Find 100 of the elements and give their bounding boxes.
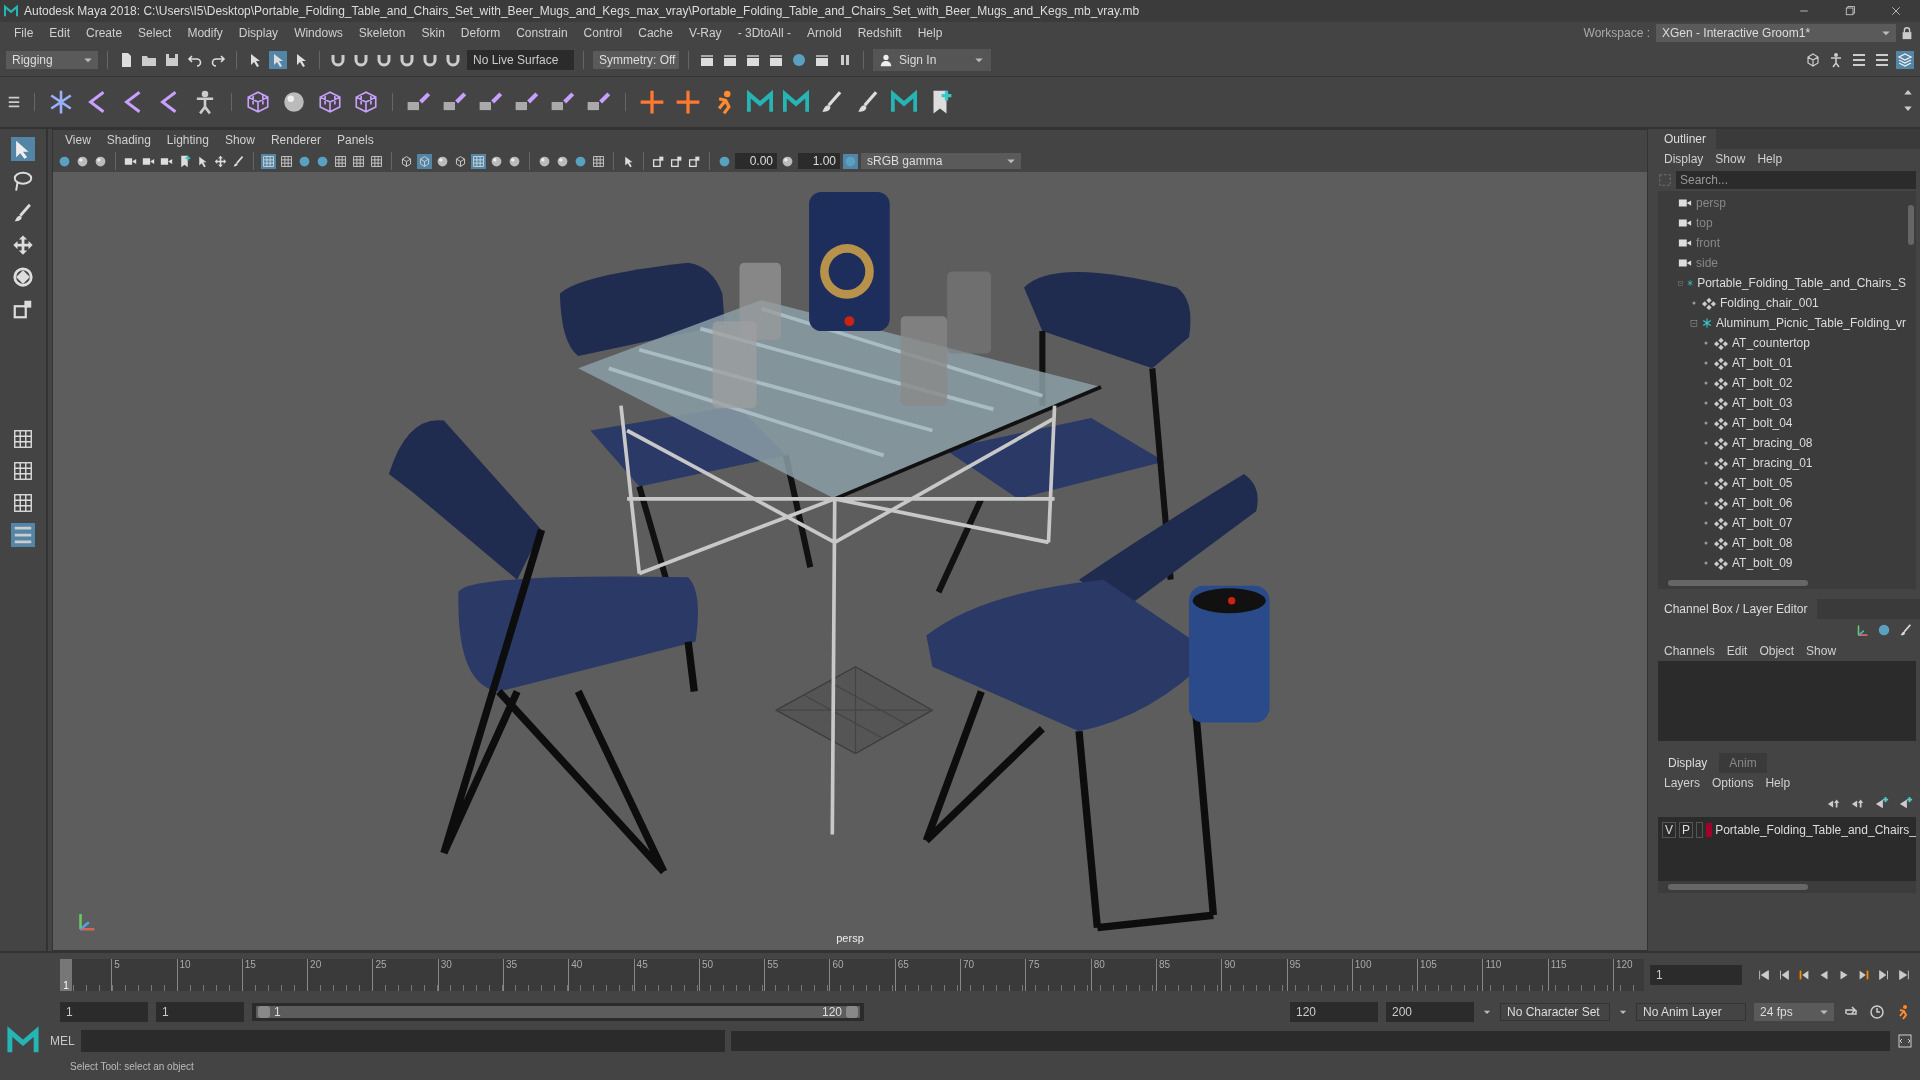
search-field[interactable]: Search... <box>1676 171 1916 189</box>
scale-icon[interactable] <box>688 154 701 168</box>
asterisk-icon[interactable] <box>48 89 74 115</box>
anim-layer-dropdown[interactable]: No Anim Layer <box>1636 1003 1746 1021</box>
tree-item[interactable]: AT_bolt_04 <box>1732 416 1793 430</box>
wirecube-icon[interactable] <box>245 89 271 115</box>
menu-item[interactable]: File <box>6 26 42 40</box>
circle-icon[interactable] <box>718 154 731 168</box>
circle-icon[interactable] <box>298 154 311 168</box>
step-forward-icon[interactable] <box>1877 968 1891 982</box>
tree-item[interactable]: Aluminum_Picnic_Table_Folding_vr <box>1715 316 1906 330</box>
m-logo-icon[interactable] <box>783 89 809 115</box>
magnet-icon[interactable] <box>445 52 461 68</box>
layers-icon[interactable] <box>1897 52 1913 68</box>
layer-add-icon[interactable] <box>1899 796 1913 810</box>
sphere-icon[interactable] <box>436 154 449 168</box>
magnet-icon[interactable] <box>376 52 392 68</box>
grid-icon[interactable] <box>12 492 34 514</box>
cursor-icon[interactable] <box>622 154 635 168</box>
menu-item[interactable]: Shading <box>98 133 159 147</box>
figure-icon[interactable] <box>1828 52 1844 68</box>
symmetry-dropdown[interactable]: Symmetry: Off <box>593 51 679 69</box>
step-back-icon[interactable] <box>1777 968 1791 982</box>
magnet-icon[interactable] <box>330 52 346 68</box>
move-icon[interactable] <box>12 234 34 256</box>
circle-icon[interactable] <box>574 154 587 168</box>
workspace-dropdown[interactable]: XGen - Interactive Groom1* <box>1656 24 1896 42</box>
current-frame-field[interactable]: 1 <box>1650 965 1742 985</box>
layer-add-icon[interactable] <box>1875 796 1889 810</box>
menu-item[interactable]: Cache <box>630 26 681 40</box>
playback-end-field[interactable]: 120 <box>1290 1002 1378 1022</box>
skip-to-start-icon[interactable] <box>1757 968 1771 982</box>
redo-icon[interactable] <box>210 52 226 68</box>
menu-item[interactable]: Redshift <box>849 26 910 40</box>
tree-item[interactable]: AT_bolt_09 <box>1732 556 1793 570</box>
undo-icon[interactable] <box>187 52 203 68</box>
tree-item[interactable]: Portable_Folding_Table_and_Chairs_S <box>1697 276 1906 290</box>
menu-item[interactable]: Lighting <box>158 133 217 147</box>
menu-item[interactable]: Edit <box>1720 644 1754 658</box>
menu-item[interactable]: Options <box>1706 776 1760 790</box>
grid-icon[interactable] <box>334 154 347 168</box>
menu-item[interactable]: Edit <box>41 26 79 40</box>
scale-icon[interactable] <box>670 154 683 168</box>
menu-item[interactable]: Display <box>1658 152 1710 166</box>
menu-item[interactable]: Renderer <box>262 133 329 147</box>
cube-icon[interactable] <box>454 154 467 168</box>
range-slider[interactable]: 1 120 <box>252 1003 864 1021</box>
menu-item[interactable]: Modify <box>179 26 231 40</box>
cross-icon[interactable] <box>675 89 701 115</box>
tree-item[interactable]: AT_bolt_08 <box>1732 536 1793 550</box>
menu-item[interactable]: V-Ray <box>680 26 730 40</box>
save-icon[interactable] <box>164 52 180 68</box>
lasso-icon[interactable] <box>12 170 34 192</box>
menu-item[interactable]: Create <box>78 26 131 40</box>
circle-icon[interactable] <box>58 154 71 168</box>
layer-color-swatch[interactable] <box>1705 823 1713 837</box>
sphere-icon[interactable] <box>490 154 503 168</box>
circle-icon[interactable] <box>791 52 807 68</box>
cursor-icon[interactable] <box>196 154 209 168</box>
menu-item[interactable]: Help <box>909 26 951 40</box>
time-slider[interactable]: 1 5 10 15 20 25 30 35 40 45 50 55 60 65 70 75 80 85 90 95 100 105 110 115 120 <box>60 959 1644 991</box>
sphere-icon[interactable] <box>556 154 569 168</box>
sphere-icon[interactable] <box>508 154 521 168</box>
next-key-icon[interactable] <box>1857 968 1871 982</box>
menu-set-dropdown[interactable]: Rigging <box>6 51 98 69</box>
grid-icon[interactable] <box>352 154 365 168</box>
menu-item[interactable]: Show <box>1709 152 1752 166</box>
flag-icon[interactable] <box>178 154 191 168</box>
menu-item[interactable]: Arnold <box>798 26 850 40</box>
menu-item[interactable]: Object <box>1753 644 1801 658</box>
tree-item[interactable]: AT_bolt_01 <box>1732 356 1793 370</box>
rotate-icon[interactable] <box>12 266 34 288</box>
cross-icon[interactable] <box>639 89 665 115</box>
gamma-field[interactable]: 1.00 <box>798 153 840 169</box>
menu-item[interactable]: Display <box>230 26 287 40</box>
color-space-dropdown[interactable]: sRGB gamma <box>861 153 1021 169</box>
tree-item[interactable]: AT_bolt_02 <box>1732 376 1793 390</box>
brush-icon[interactable] <box>232 154 245 168</box>
end-time-field[interactable]: 200 <box>1386 1002 1474 1022</box>
axes-icon[interactable] <box>1855 623 1869 637</box>
wirecube-icon[interactable] <box>353 89 379 115</box>
script-language-label[interactable]: MEL <box>50 1034 75 1048</box>
circle-icon[interactable] <box>316 154 329 168</box>
m-logo-icon[interactable] <box>747 89 773 115</box>
tree-item[interactable]: AT_bracing_01 <box>1732 456 1813 470</box>
sphere-icon[interactable] <box>538 154 551 168</box>
current-frame-marker[interactable]: 1 <box>60 959 72 991</box>
scale-icon[interactable] <box>12 298 34 320</box>
tree-item[interactable]: AT_countertop <box>1732 336 1810 350</box>
brush-icon[interactable] <box>1899 623 1913 637</box>
sign-in-button[interactable]: Sign In <box>873 49 991 71</box>
list-icon[interactable] <box>7 95 21 109</box>
panel-tab[interactable]: Outliner <box>1654 129 1717 149</box>
panel-tab[interactable]: Channel Box / Layer Editor <box>1654 599 1818 619</box>
tree-item[interactable]: AT_bracing_08 <box>1732 436 1813 450</box>
previous-key-icon[interactable] <box>1797 968 1811 982</box>
exposure-field[interactable]: 0.00 <box>735 153 777 169</box>
horizontal-scrollbar[interactable] <box>1658 577 1916 589</box>
cube-icon[interactable] <box>400 154 413 168</box>
tree-item[interactable]: Folding_chair_001 <box>1720 296 1819 310</box>
